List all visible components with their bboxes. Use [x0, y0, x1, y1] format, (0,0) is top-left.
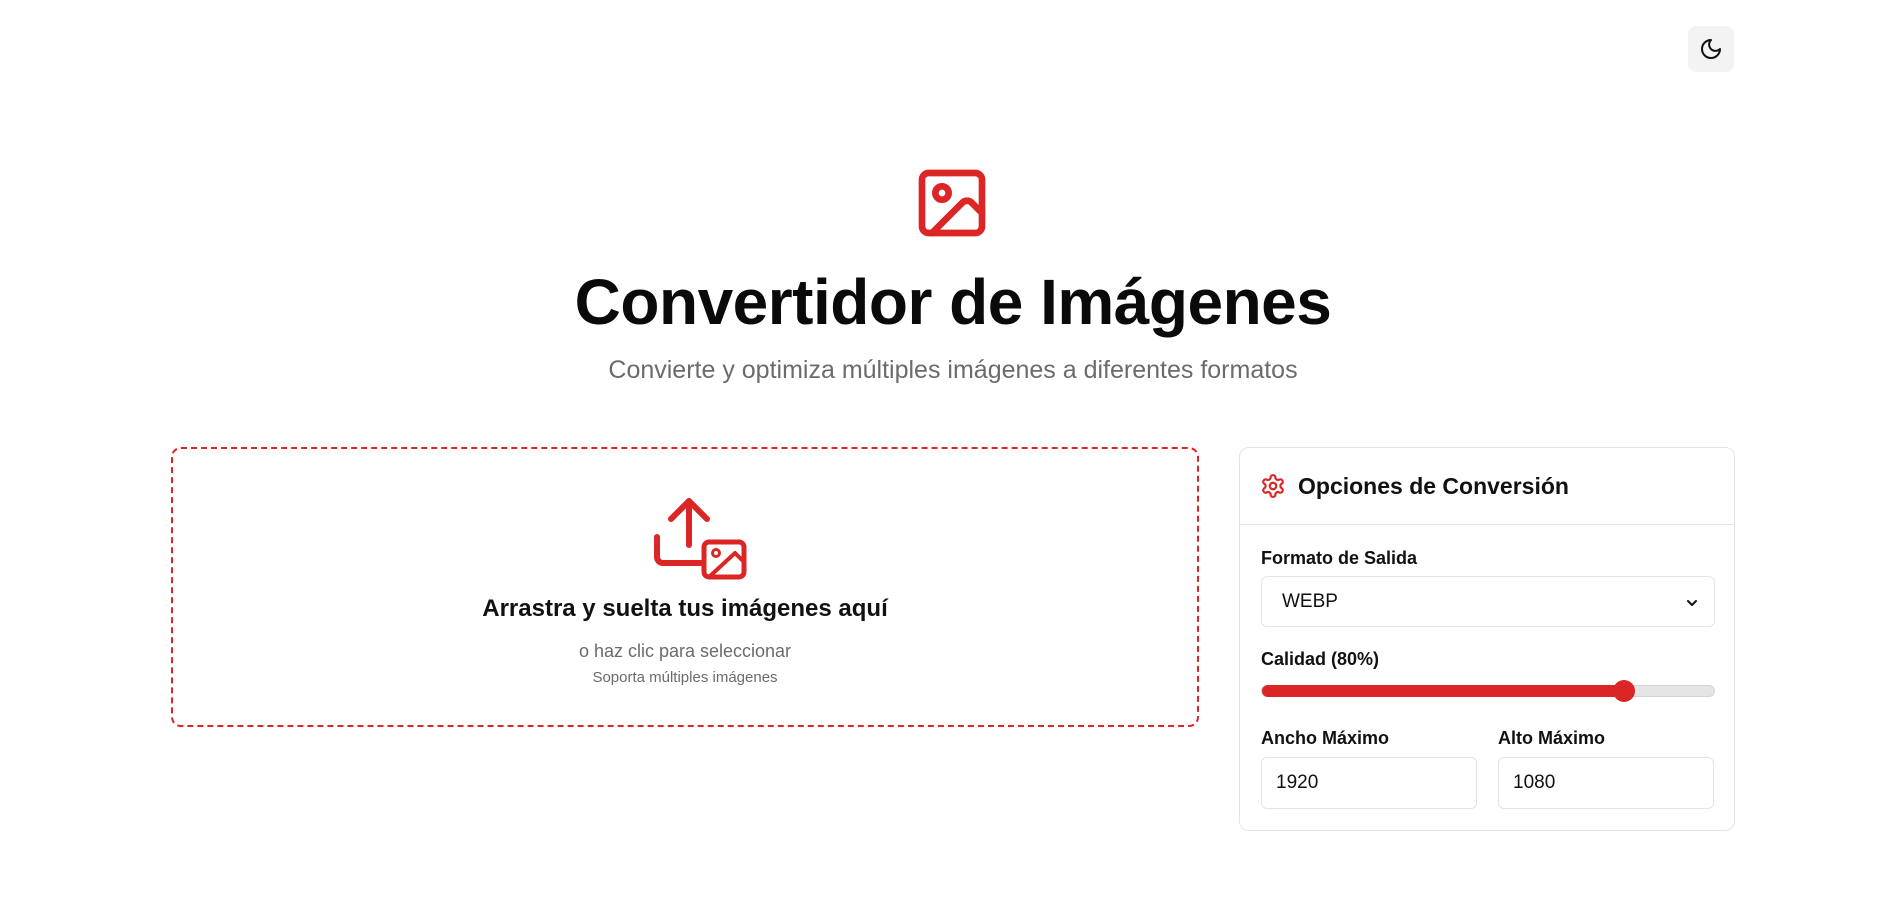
theme-toggle-button[interactable] — [1688, 26, 1734, 72]
max-height-input[interactable] — [1498, 757, 1714, 809]
quality-slider[interactable] — [1261, 680, 1715, 702]
page-subtitle: Convierte y optimiza múltiples imágenes … — [608, 356, 1298, 384]
dropzone-title: Arrastra y suelta tus imágenes aquí — [482, 595, 888, 622]
max-height-label: Alto Máximo — [1498, 728, 1606, 748]
options-title: Opciones de Conversión — [1298, 472, 1569, 499]
options-header: Opciones de Conversión — [1240, 448, 1734, 525]
quality-slider-thumb[interactable] — [1612, 680, 1635, 702]
chevron-down-icon — [1687, 600, 1697, 606]
dropzone-subtext: Soporta múltiples imágenes — [592, 669, 778, 686]
moon-icon — [1701, 39, 1721, 59]
max-width-input[interactable] — [1261, 757, 1477, 809]
dropzone-hint: o haz clic para seleccionar — [578, 641, 792, 661]
gear-icon — [1262, 474, 1284, 498]
quality-slider-fill — [1262, 685, 1624, 697]
max-width-label: Ancho Máximo — [1261, 728, 1390, 748]
format-select-value: WEBP — [1282, 590, 1338, 612]
format-select[interactable]: WEBP — [1261, 576, 1715, 627]
image-icon — [918, 169, 986, 237]
conversion-options-panel: Opciones de Conversión Formato de Salida… — [1239, 447, 1735, 831]
page-title: Convertidor de Imágenes — [574, 266, 1332, 338]
upload-image-icon — [654, 498, 747, 580]
image-dropzone[interactable]: Arrastra y suelta tus imágenes aquí o ha… — [171, 447, 1199, 727]
format-label: Formato de Salida — [1261, 548, 1418, 568]
quality-label: Calidad (80%) — [1261, 649, 1380, 669]
